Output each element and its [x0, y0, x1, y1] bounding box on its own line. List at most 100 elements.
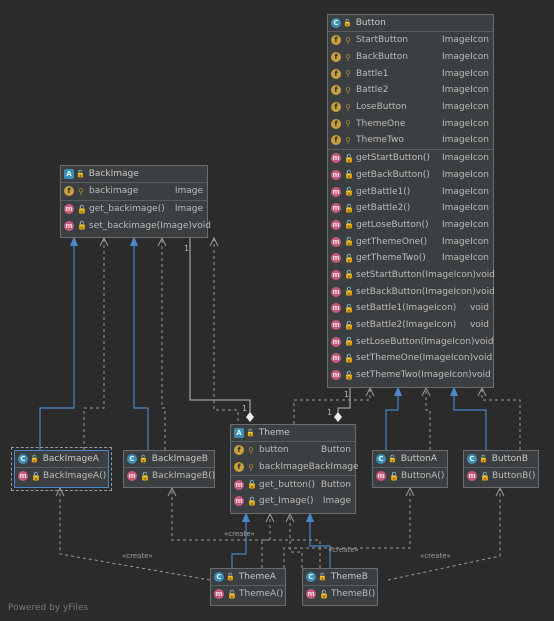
method-row[interactable]: m 🔓 setBattle2(ImageIcon) void — [328, 317, 493, 334]
multiplicity-theme-backimage-end: 1 — [242, 404, 248, 413]
return-type: ImageIcon — [442, 236, 489, 247]
class-theme[interactable]: A 🔓 Theme f ⚲ button Button f ⚲ backImage BackI… — [230, 424, 359, 514]
method-icon: m — [331, 169, 341, 180]
inheritance-backimagea-backimage — [39, 236, 78, 450]
class-buttona[interactable]: C 🔓 ButtonA m 🔓 ButtonA() — [372, 450, 448, 488]
field-type: Button — [320, 445, 351, 456]
method-row[interactable]: m 🔓 getThemeOne() ImageIcon — [328, 233, 493, 250]
method-row[interactable]: m 🔓 ThemeA() — [211, 586, 285, 603]
field-row[interactable]: f ⚲ ThemeTwo ImageIcon — [328, 132, 493, 149]
method-name: getLoseButton() — [356, 219, 429, 230]
field-name: backImage — [259, 462, 309, 473]
field-name: ThemeOne — [356, 118, 406, 129]
field-row[interactable]: f ⚲ ThemeOne ImageIcon — [328, 115, 493, 132]
field-row[interactable]: f ⚲ Battle1 ImageIcon — [328, 65, 493, 82]
method-row[interactable]: m 🔓 setStartButton(ImageIcon) void — [328, 267, 495, 284]
method-row[interactable]: m 🔓 setBattle1(ImageIcon) void — [328, 300, 493, 317]
public-visibility-icon: 🔓 — [344, 253, 354, 263]
field-row[interactable]: f ⚲ Battle2 ImageIcon — [328, 82, 493, 99]
class-themeb[interactable]: C 🔓 ThemeB m 🔓 ThemeB() — [302, 568, 378, 606]
method-name: ButtonB() — [492, 471, 536, 482]
method-row[interactable]: m 🔓 getBackButton() ImageIcon — [328, 167, 493, 184]
field-row[interactable]: f ⚲ button Button — [231, 442, 355, 459]
method-row[interactable]: m 🔓 setThemeTwo(ImageIcon) void — [328, 367, 493, 384]
method-row[interactable]: m 🔓 BackImageA() — [15, 468, 108, 485]
field-name: ThemeTwo — [356, 135, 404, 146]
class-themea[interactable]: C 🔓 ThemeA m 🔓 ThemeA() — [210, 568, 286, 606]
field-row[interactable]: f ⚲ backImage BackImage — [231, 459, 359, 476]
dependency-theme-button — [293, 386, 375, 424]
method-row[interactable]: m 🔓 ButtonB() — [464, 468, 538, 485]
field-list: f ⚲ StartButton ImageIcon f ⚲ BackButton ImageI… — [328, 32, 493, 149]
method-row[interactable]: m 🔓 setLoseButton(ImageIcon) void — [328, 333, 494, 350]
field-row[interactable]: f ⚲ BackButton ImageIcon — [328, 49, 493, 66]
method-name: getThemeOne() — [356, 236, 428, 247]
method-row[interactable]: m 🔓 get_button() Button — [231, 476, 355, 493]
footer-credit: Powered by yFiles — [8, 603, 89, 613]
method-list: m 🔓 ThemeB() — [303, 586, 377, 603]
class-header: C 🔓 ButtonA — [373, 451, 447, 468]
method-list: m 🔓 BackImageA() — [15, 468, 108, 485]
return-type: void — [475, 269, 495, 280]
method-row[interactable]: m 🔓 getBattle2() ImageIcon — [328, 200, 493, 217]
private-visibility-icon: ⚲ — [345, 119, 351, 129]
method-row[interactable]: m 🔓 ThemeB() — [303, 586, 377, 603]
method-icon: m — [127, 471, 137, 482]
method-icon: m — [64, 220, 74, 231]
method-row[interactable]: m 🔓 ButtonA() — [373, 468, 447, 485]
class-header: C 🔓 BackImageA — [15, 451, 108, 468]
method-row[interactable]: m 🔓 set_backimage(Image) void — [61, 217, 211, 234]
class-button[interactable]: C 🔓 Button f ⚲ StartButton ImageIcon f ⚲ BackB… — [327, 14, 495, 388]
method-icon: m — [214, 589, 224, 600]
private-visibility-icon: ⚲ — [248, 462, 254, 472]
method-list: m 🔓 getStartButton() ImageIcon m 🔓 getBackButt… — [328, 148, 495, 384]
field-name: backimage — [89, 186, 139, 197]
private-visibility-icon: ⚲ — [345, 52, 351, 62]
class-backimagea[interactable]: C 🔓 BackImageA m 🔓 BackImageA() — [11, 447, 112, 491]
method-row[interactable]: m 🔓 getLoseButton() ImageIcon — [328, 217, 493, 234]
field-type: Image — [174, 186, 203, 197]
public-visibility-icon: 🔓 — [389, 471, 399, 481]
method-row[interactable]: m 🔓 setThemeOne(ImageIcon) void — [328, 350, 493, 367]
field-icon: f — [331, 52, 341, 63]
field-name: StartButton — [356, 35, 409, 46]
class-icon: C — [376, 454, 386, 464]
method-name: getBattle2() — [356, 203, 411, 214]
method-row[interactable]: m 🔓 getBattle1() ImageIcon — [328, 183, 493, 200]
method-row[interactable]: m 🔓 setBackButton(ImageIcon) void — [328, 283, 495, 300]
method-name: getStartButton() — [356, 153, 430, 164]
method-icon: m — [234, 496, 244, 507]
lock-icon: 🔓 — [226, 573, 235, 581]
create-label-themeb-buttonb: «create» — [420, 552, 451, 560]
method-icon: m — [64, 204, 74, 215]
multiplicity-button-end: 1 — [344, 390, 350, 399]
field-row[interactable]: f ⚲ LoseButton ImageIcon — [328, 99, 493, 116]
method-row[interactable]: m 🔓 BackImageB() — [124, 468, 215, 485]
method-icon: m — [331, 186, 341, 197]
method-row[interactable]: m 🔓 getStartButton() ImageIcon — [328, 150, 493, 167]
class-header: C 🔓 ThemeA — [211, 569, 285, 586]
method-name: setLoseButton(ImageIcon) — [356, 336, 475, 347]
field-name: button — [259, 445, 289, 456]
method-row[interactable]: m 🔓 getThemeTwo() ImageIcon — [328, 250, 493, 267]
method-row[interactable]: m 🔓 get_backimage() Image — [61, 201, 207, 218]
class-buttonb[interactable]: C 🔓 ButtonB m 🔓 ButtonB() — [463, 450, 539, 488]
public-visibility-icon: 🔓 — [140, 471, 150, 481]
field-name: LoseButton — [356, 102, 407, 113]
method-name: get_Image() — [259, 496, 314, 507]
field-row[interactable]: f ⚲ StartButton ImageIcon — [328, 32, 493, 49]
field-type: ImageIcon — [442, 85, 489, 96]
inheritance-buttona-button — [385, 386, 402, 450]
method-icon: m — [331, 370, 341, 381]
method-icon: m — [331, 236, 341, 247]
field-type: ImageIcon — [442, 135, 489, 146]
class-backimageb[interactable]: C 🔓 BackImageB m 🔓 BackImageB() — [123, 450, 215, 488]
method-icon: m — [331, 153, 341, 164]
class-icon: C — [214, 572, 224, 582]
public-visibility-icon: 🔓 — [344, 270, 354, 280]
class-backimage[interactable]: A 🔓 BackImage f ⚲ backimage Image m 🔓 get_bac… — [60, 165, 211, 238]
method-row[interactable]: m 🔓 get_Image() Image — [231, 493, 355, 510]
private-visibility-icon: ⚲ — [78, 186, 84, 196]
method-name: get_backimage() — [89, 204, 165, 215]
field-row[interactable]: f ⚲ backimage Image — [61, 183, 207, 200]
